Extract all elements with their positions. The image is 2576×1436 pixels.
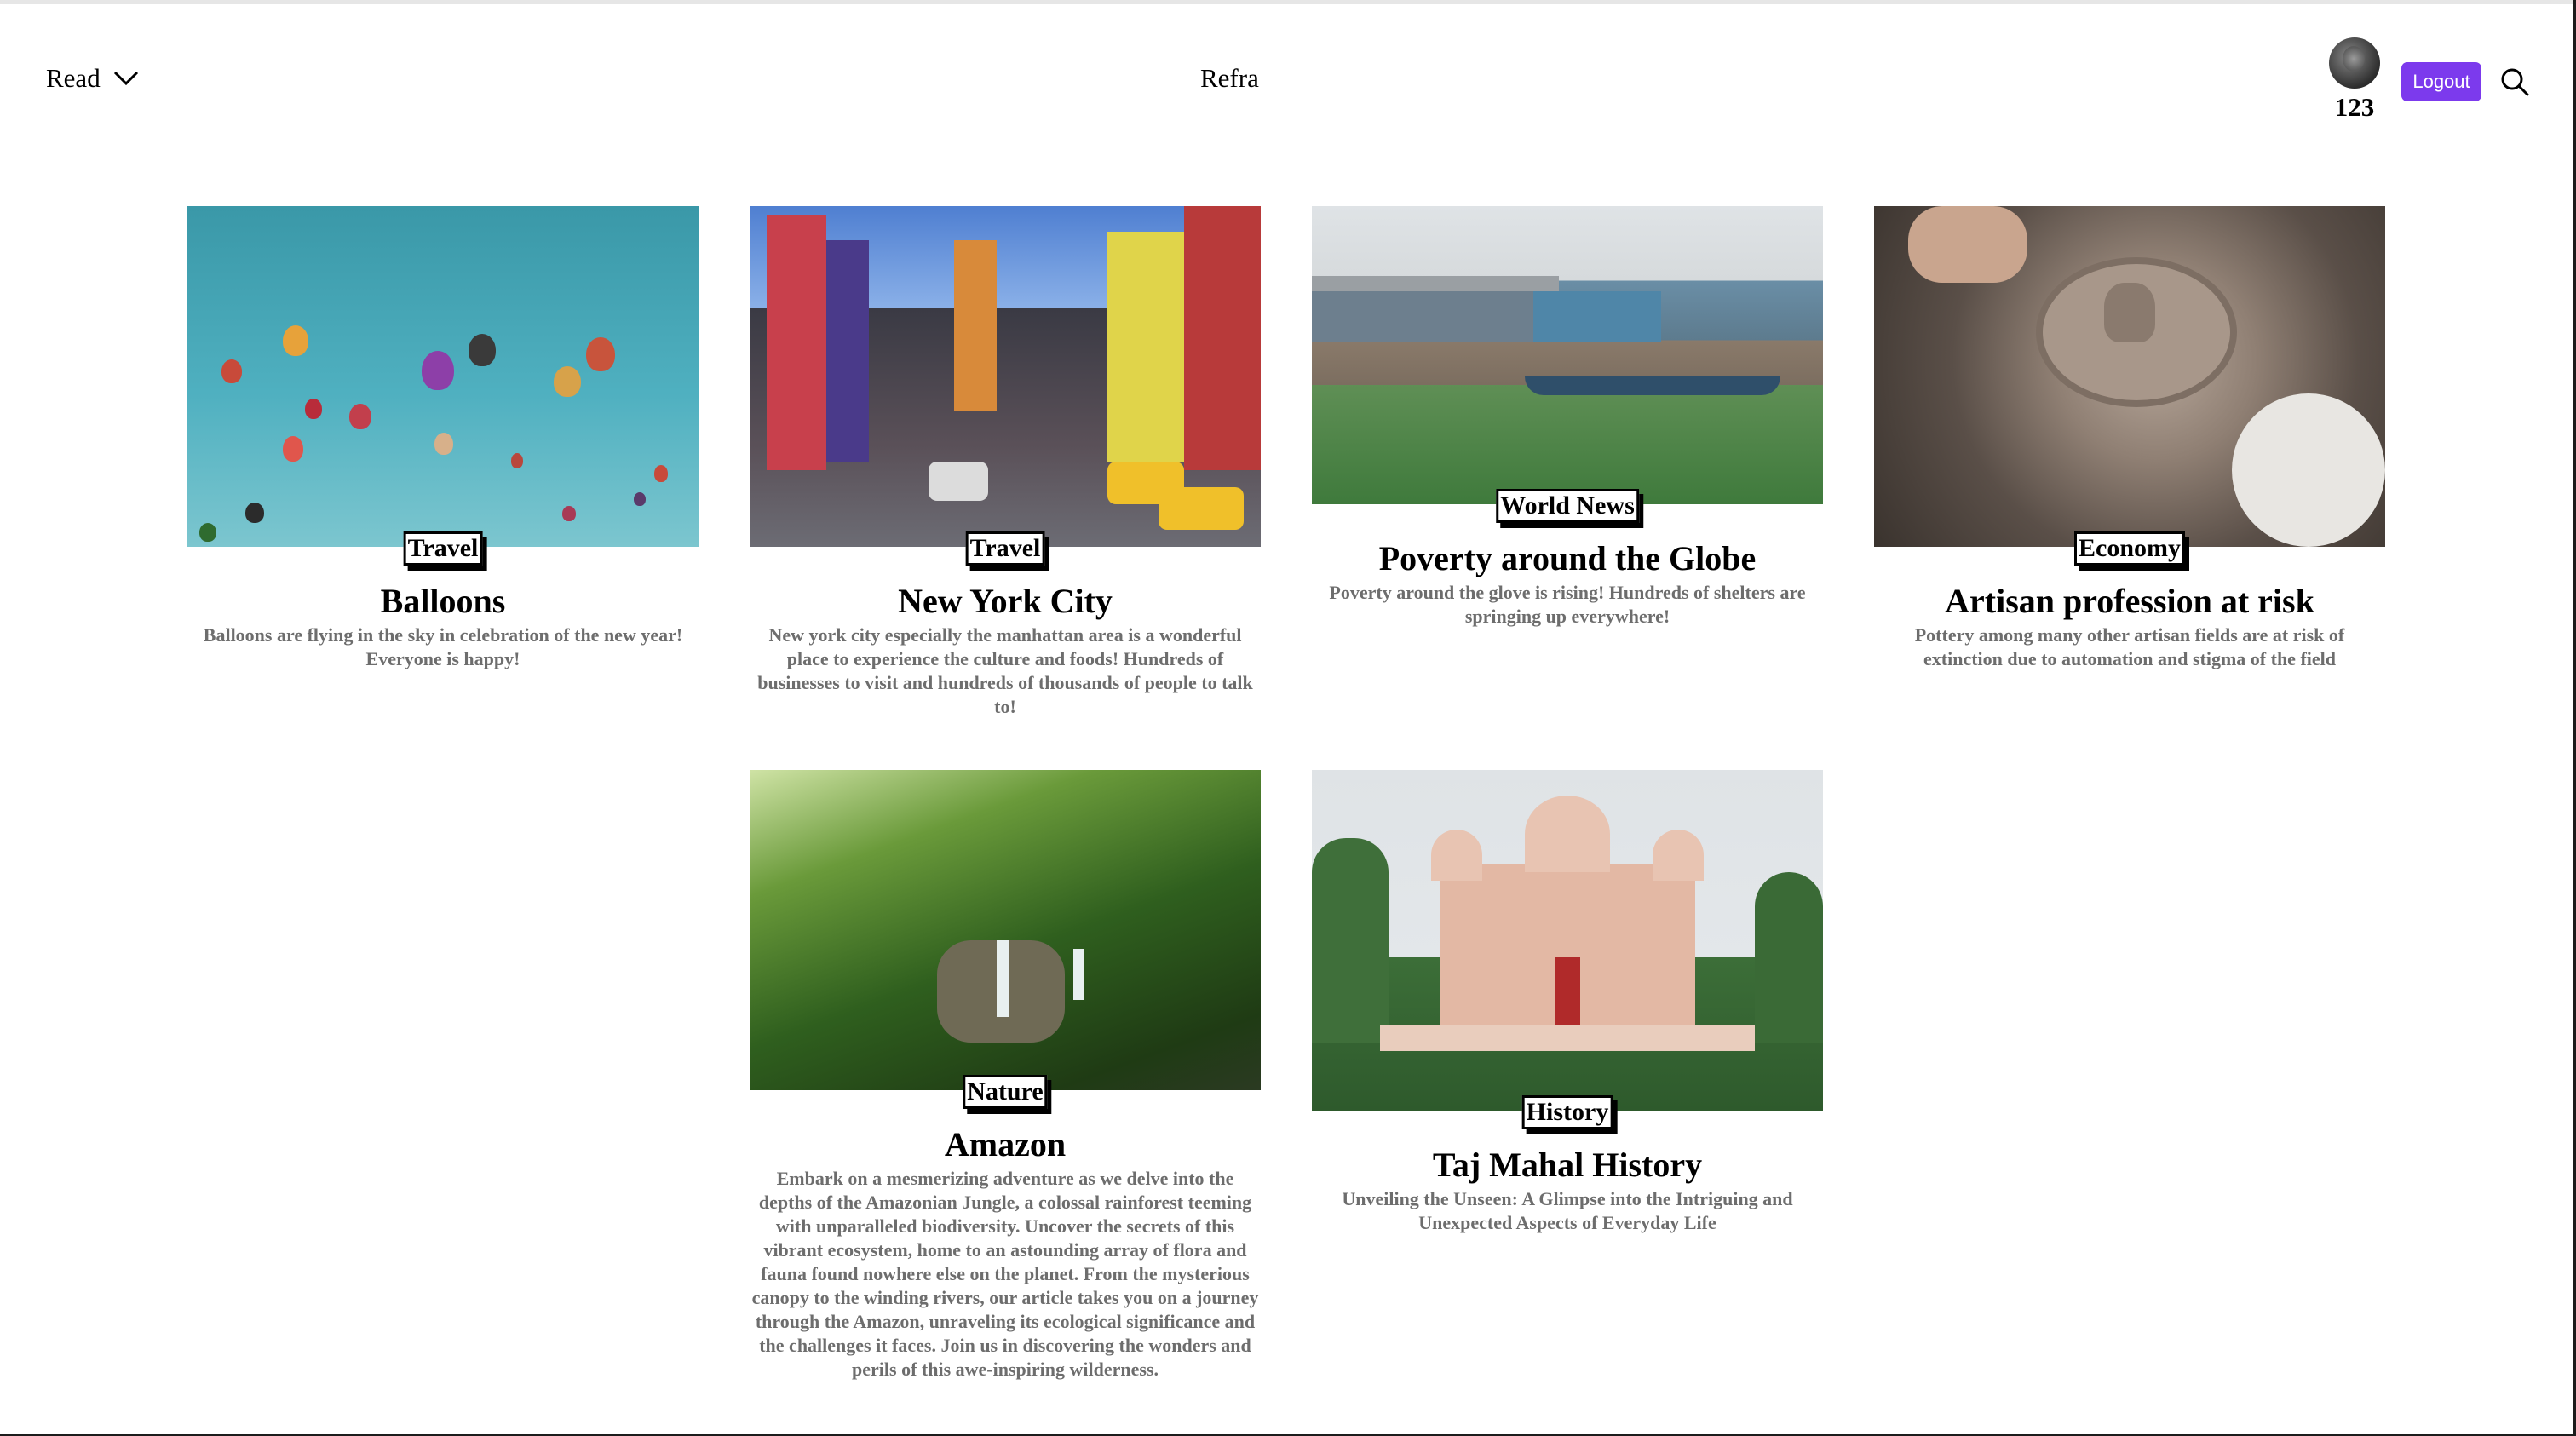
article-description: Poverty around the glove is rising! Hund… (1329, 582, 1806, 627)
category-tag[interactable]: Travel (965, 531, 1045, 566)
article-card[interactable]: Travel Balloons Balloons are flying in t… (187, 206, 699, 671)
article-description: Balloons are flying in the sky in celebr… (203, 624, 683, 669)
article-title[interactable]: Artisan profession at risk (1874, 581, 2385, 622)
site-brand[interactable]: Refra (1200, 63, 1259, 94)
search-icon[interactable] (2499, 66, 2530, 97)
article-card[interactable]: History Taj Mahal History Unveiling the … (1312, 770, 1823, 1235)
article-image (1874, 206, 2385, 547)
article-description: Embark on a mesmerizing adventure as we … (751, 1168, 1259, 1380)
article-description: Pottery among many other artisan fields … (1914, 624, 2345, 669)
article-image (1312, 770, 1823, 1111)
category-tag[interactable]: Economy (2074, 531, 2185, 566)
article-image (1312, 206, 1823, 504)
category-tag[interactable]: World News (1496, 489, 1639, 523)
article-image (187, 206, 699, 547)
article-title[interactable]: Amazon (750, 1124, 1261, 1165)
logout-button[interactable]: Logout (2401, 62, 2481, 101)
read-dropdown-label: Read (46, 63, 101, 93)
article-title[interactable]: Balloons (187, 581, 699, 622)
article-card[interactable]: Travel New York City New york city espec… (750, 206, 1261, 719)
article-title[interactable]: New York City (750, 581, 1261, 622)
browser-top-edge (0, 0, 2576, 4)
chevron-down-icon (112, 70, 140, 87)
article-title[interactable]: Poverty around the Globe (1312, 538, 1823, 579)
category-tag[interactable]: Travel (403, 531, 483, 566)
article-card[interactable]: World News Poverty around the Globe Pove… (1312, 206, 1823, 629)
article-image (750, 770, 1261, 1090)
article-description: Unveiling the Unseen: A Glimpse into the… (1342, 1188, 1793, 1233)
article-card[interactable]: Economy Artisan profession at risk Potte… (1874, 206, 2385, 671)
username: 123 (2334, 92, 2375, 122)
avatar[interactable] (2329, 37, 2380, 89)
article-card[interactable]: Nature Amazon Embark on a mesmerizing ad… (750, 770, 1261, 1381)
article-image (750, 206, 1261, 547)
article-description: New york city especially the manhattan a… (757, 624, 1253, 717)
category-tag[interactable]: History (1521, 1095, 1613, 1129)
article-title[interactable]: Taj Mahal History (1312, 1145, 1823, 1186)
category-tag[interactable]: Nature (963, 1075, 1048, 1109)
read-dropdown[interactable]: Read (46, 63, 140, 94)
